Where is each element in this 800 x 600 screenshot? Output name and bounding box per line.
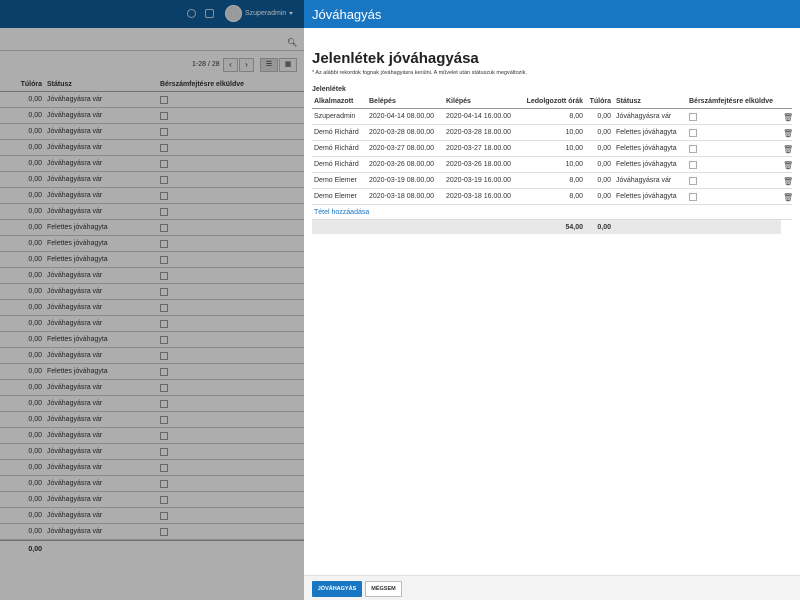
clock-out-cell: 2020-04-14 16.00.00 (446, 113, 511, 120)
modal-backdrop[interactable] (0, 0, 304, 600)
employee-cell: Demo Elemer (314, 193, 357, 200)
overtime-cell: 0,00 (597, 113, 611, 120)
table-body: Szuperadmin 2020-04-14 08.00.00 2020-04-14… (312, 109, 793, 205)
overtime-cell: 0,00 (597, 129, 611, 136)
hours-cell: 10,00 (565, 145, 583, 152)
clock-in-cell: 2020-03-18 08.00.00 (369, 193, 434, 200)
page-title: Jelenlétek jóváhagyása (312, 50, 479, 67)
clock-in-cell: 2020-04-14 08.00.00 (369, 113, 434, 120)
overtime-cell: 0,00 (597, 193, 611, 200)
payroll-checkbox[interactable] (689, 193, 697, 201)
clock-in-cell: 2020-03-19 08.00.00 (369, 177, 434, 184)
hours-cell: 8,00 (569, 177, 583, 184)
total-hours: 54,00 (565, 224, 583, 231)
clock-out-cell: 2020-03-26 18.00.00 (446, 161, 511, 168)
clock-out-cell: 2020-03-18 16.00.00 (446, 193, 511, 200)
column-header-hours: Ledolgozott órák (526, 98, 583, 105)
panel-title: Jóváhagyás (312, 7, 382, 22)
status-cell: Jóváhagyásra vár (616, 177, 672, 184)
table-header: Alkalmazott Belépés Kilépés Ledolgozott … (312, 94, 792, 109)
column-header-clock-in: Belépés (369, 98, 396, 105)
trash-icon[interactable]: 🗑︎ (783, 193, 793, 202)
trash-icon[interactable]: 🗑︎ (783, 161, 793, 170)
section-title: Jelenlétek (312, 86, 346, 93)
column-header-clock-out: Kilépés (446, 98, 471, 105)
hours-cell: 10,00 (565, 161, 583, 168)
status-cell: Felettes jóváhagyta (616, 193, 677, 200)
overtime-cell: 0,00 (597, 145, 611, 152)
table-row[interactable]: Szuperadmin 2020-04-14 08.00.00 2020-04-14… (312, 109, 793, 125)
trash-icon[interactable]: 🗑︎ (783, 177, 793, 186)
attendance-table: Alkalmazott Belépés Kilépés Ledolgozott … (312, 94, 793, 234)
clock-out-cell: 2020-03-28 18.00.00 (446, 129, 511, 136)
payroll-checkbox[interactable] (689, 177, 697, 185)
approve-button[interactable]: JÓVÁHAGYÁS (312, 581, 362, 597)
overtime-cell: 0,00 (597, 161, 611, 168)
employee-cell: Demó Richárd (314, 145, 359, 152)
clock-in-cell: 2020-03-26 08.00.00 (369, 161, 434, 168)
add-item-row: Tétel hozzáadása (312, 205, 792, 220)
status-cell: Felettes jóváhagyta (616, 129, 677, 136)
table-row[interactable]: Demó Richárd 2020-03-27 08.00.00 2020-03-2… (312, 141, 793, 157)
panel-header: Jóváhagyás (304, 0, 800, 28)
trash-icon[interactable]: 🗑︎ (783, 145, 793, 154)
add-item-link[interactable]: Tétel hozzáadása (314, 209, 369, 216)
payroll-checkbox[interactable] (689, 113, 697, 121)
payroll-checkbox[interactable] (689, 145, 697, 153)
clock-out-cell: 2020-03-27 18.00.00 (446, 145, 511, 152)
column-header-overtime: Túlóra (589, 98, 611, 105)
info-note: * Az alábbi rekordok fognak jóváhagyásra… (312, 70, 527, 76)
panel-footer: JÓVÁHAGYÁS MÉGSEM (304, 575, 800, 600)
table-row[interactable]: Demó Richárd 2020-03-26 08.00.00 2020-03-2… (312, 157, 793, 173)
status-cell: Felettes jóváhagyta (616, 161, 677, 168)
employee-cell: Demó Richárd (314, 129, 359, 136)
totals-row: 54,00 0,00 (312, 220, 781, 234)
payroll-checkbox[interactable] (689, 129, 697, 137)
table-row[interactable]: Demo Elemer 2020-03-18 08.00.00 2020-03-18… (312, 189, 793, 205)
clock-in-cell: 2020-03-27 08.00.00 (369, 145, 434, 152)
column-header-payroll: Bérszámfejtésre elküldve (689, 98, 774, 105)
trash-icon[interactable]: 🗑︎ (783, 113, 793, 122)
cancel-button[interactable]: MÉGSEM (365, 581, 402, 597)
hours-cell: 8,00 (569, 113, 583, 120)
table-row[interactable]: Demó Richárd 2020-03-28 08.00.00 2020-03-2… (312, 125, 793, 141)
column-header-employee: Alkalmazott (314, 98, 354, 105)
clock-out-cell: 2020-03-19 16.00.00 (446, 177, 511, 184)
employee-cell: Demo Elemer (314, 177, 357, 184)
trash-icon[interactable]: 🗑︎ (783, 129, 793, 138)
overtime-cell: 0,00 (597, 177, 611, 184)
employee-cell: Demó Richárd (314, 161, 359, 168)
total-overtime: 0,00 (597, 224, 611, 231)
hours-cell: 8,00 (569, 193, 583, 200)
status-cell: Jóváhagyásra vár (616, 113, 672, 120)
approval-panel: Jóváhagyás Jelenlétek jóváhagyása * Az a… (304, 0, 800, 600)
table-row[interactable]: Demo Elemer 2020-03-19 08.00.00 2020-03-19… (312, 173, 793, 189)
hours-cell: 10,00 (565, 129, 583, 136)
column-header-status: Státusz (616, 98, 641, 105)
clock-in-cell: 2020-03-28 08.00.00 (369, 129, 434, 136)
employee-cell: Szuperadmin (314, 113, 356, 120)
payroll-checkbox[interactable] (689, 161, 697, 169)
status-cell: Felettes jóváhagyta (616, 145, 677, 152)
